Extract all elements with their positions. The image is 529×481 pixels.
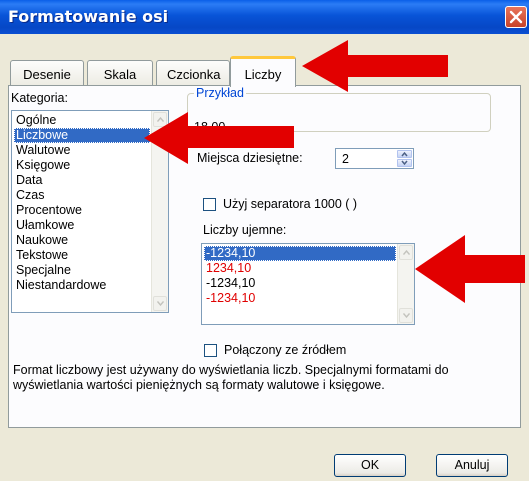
list-item[interactable]: Specjalne [14, 263, 150, 278]
close-icon [509, 10, 523, 24]
close-button[interactable] [505, 6, 527, 28]
list-item[interactable]: -1234,10 [204, 276, 396, 291]
decimals-value: 2 [342, 152, 349, 166]
list-item[interactable]: Procentowe [14, 203, 150, 218]
list-item[interactable]: -1234,10 [204, 291, 396, 306]
tab-label: Liczby [244, 67, 282, 82]
negative-numbers-listbox[interactable]: -1234,10 1234,10 -1234,10 -1234,10 [201, 243, 415, 325]
decrement-button[interactable] [397, 159, 412, 167]
scroll-up-button[interactable] [399, 245, 413, 260]
tab-czcionka[interactable]: Czcionka [156, 60, 230, 86]
scroll-down-button[interactable] [153, 296, 167, 311]
chevron-up-icon [403, 250, 410, 255]
annotation-arrow-negative [415, 235, 525, 303]
increment-button[interactable] [397, 150, 412, 158]
chevron-down-icon [403, 313, 410, 318]
list-item[interactable]: Liczbowe [14, 128, 150, 143]
cancel-button[interactable]: Anuluj [436, 454, 508, 477]
chevron-up-icon [401, 151, 408, 157]
negative-item-text: -1234,10 [206, 246, 256, 260]
separator-label: Użyj separatora 1000 ( ) [223, 197, 358, 211]
linked-source-checkbox[interactable] [204, 344, 217, 357]
chevron-down-icon [157, 301, 164, 306]
list-item[interactable]: Data [14, 173, 150, 188]
tab-label: Skala [103, 67, 137, 82]
list-item[interactable]: -1234,10 [204, 246, 396, 261]
tab-label: Desenie [23, 67, 71, 82]
list-item[interactable]: Czas [14, 188, 150, 203]
category-label: Kategoria: [11, 91, 68, 105]
tab-label: Czcionka [167, 67, 221, 82]
list-item[interactable]: Walutowe [14, 143, 150, 158]
annotation-arrow-tab [302, 40, 448, 92]
tab-desenie[interactable]: Desenie [10, 60, 84, 86]
linked-source-label: Połączony ze źródłem [224, 343, 347, 357]
list-item[interactable]: Naukowe [14, 233, 150, 248]
list-item[interactable]: 1234,10 [204, 261, 396, 276]
scroll-down-button[interactable] [399, 308, 413, 323]
tab-liczby[interactable]: Liczby [230, 56, 296, 87]
negative-numbers-label: Liczby ujemne: [203, 223, 287, 237]
annotation-arrow-category [144, 112, 294, 164]
negative-scrollbar[interactable] [397, 244, 414, 324]
format-description: Format liczbowy jest używany do wyświetl… [13, 363, 449, 392]
list-item[interactable]: Niestandardowe [14, 278, 150, 293]
negative-item-text: -1234,10 [206, 291, 256, 305]
list-item[interactable]: Tekstowe [14, 248, 150, 263]
list-item[interactable]: Ułamkowe [14, 218, 150, 233]
preview-legend: Przykład [196, 86, 244, 100]
negative-item-text: 1234,10 [206, 261, 252, 275]
negative-item-text: -1234,10 [206, 276, 256, 290]
tab-skala[interactable]: Skala [87, 60, 153, 86]
decimals-stepper[interactable]: 2 [335, 148, 414, 169]
chevron-down-icon [401, 160, 408, 166]
list-item[interactable]: Księgowe [14, 158, 150, 173]
list-item[interactable]: Ogólne [14, 113, 150, 128]
spin-buttons [397, 150, 412, 167]
ok-button[interactable]: OK [334, 454, 406, 477]
window-title: Formatowanie osi [8, 7, 169, 26]
separator-checkbox[interactable] [203, 198, 216, 211]
title-bar: Formatowanie osi [0, 0, 529, 34]
